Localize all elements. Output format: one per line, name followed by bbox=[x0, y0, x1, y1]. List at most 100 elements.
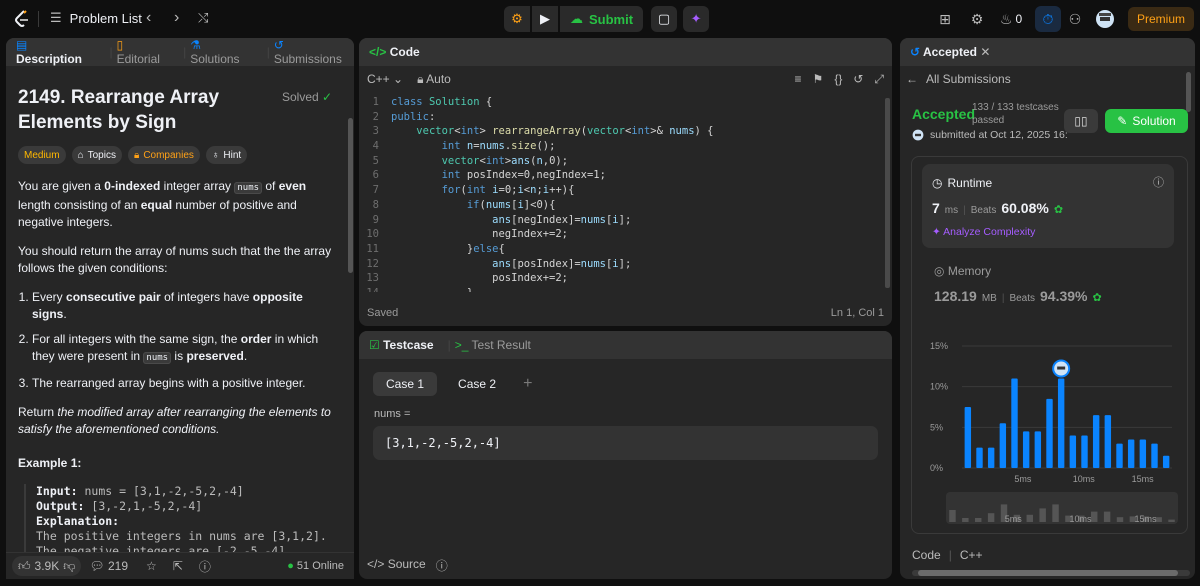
add-case-icon[interactable]: + bbox=[523, 375, 532, 393]
scrollbar[interactable] bbox=[348, 118, 353, 273]
source-button[interactable]: </> Source bbox=[367, 557, 426, 574]
format-icon[interactable]: ≡ bbox=[795, 72, 802, 87]
code-line[interactable]: 11 }else{ bbox=[359, 243, 879, 258]
line-number: 6 bbox=[372, 169, 379, 182]
timer-icon[interactable]: ⏱ bbox=[1035, 6, 1061, 32]
thumbs-down-icon[interactable]: 👎︎ bbox=[63, 559, 75, 574]
code-line[interactable]: 8 if(nums[i]<0){ bbox=[359, 199, 879, 214]
case-2-tab[interactable]: Case 2 bbox=[445, 372, 509, 396]
chart-bar[interactable] bbox=[976, 447, 983, 468]
auto-mode[interactable]: 🔒︎ Auto bbox=[417, 72, 451, 87]
tab-editorial[interactable]: ▯ Editorial bbox=[117, 38, 169, 66]
chart-bar[interactable] bbox=[1069, 435, 1077, 468]
code-line[interactable]: 4 int n=nums.size(); bbox=[359, 140, 879, 155]
premium-button[interactable]: Premium bbox=[1128, 7, 1194, 31]
chart-bar[interactable] bbox=[1057, 378, 1065, 468]
chart-bar[interactable] bbox=[1162, 455, 1170, 468]
code-line[interactable]: 5 vector<int>ans(n,0); bbox=[359, 155, 879, 170]
tab-description[interactable]: ▤ Description bbox=[16, 38, 95, 66]
horizontal-scrollbar[interactable] bbox=[912, 570, 1190, 576]
chart-bar[interactable] bbox=[1151, 443, 1158, 468]
tab-accepted[interactable]: ↺ Accepted ✕ bbox=[910, 45, 990, 59]
language-select[interactable]: C++ ⌄ bbox=[367, 72, 403, 87]
help-icon[interactable]: ⓘ bbox=[436, 557, 448, 574]
memory-title[interactable]: ◎ Memory bbox=[934, 264, 991, 278]
tab-test-result[interactable]: >_ Test Result bbox=[455, 338, 531, 352]
chart-bar[interactable] bbox=[999, 423, 1007, 468]
chart-bar[interactable] bbox=[1034, 431, 1042, 468]
close-icon[interactable]: ✕ bbox=[980, 45, 990, 59]
runtime-title: ◷ Runtime bbox=[932, 176, 993, 190]
info-icon[interactable]: ⓘ bbox=[1153, 174, 1164, 190]
chart-bar[interactable] bbox=[1092, 415, 1100, 468]
tab-testcase[interactable]: ☑ Testcase bbox=[369, 338, 434, 352]
chart-bar[interactable] bbox=[1022, 431, 1030, 468]
chart-bar[interactable] bbox=[1127, 439, 1135, 468]
comments-button[interactable]: 💬︎ 219 bbox=[89, 559, 128, 573]
chart-bar[interactable] bbox=[1104, 415, 1112, 468]
code-line[interactable]: 13 posIndex+=2; bbox=[359, 272, 879, 287]
nums-input[interactable]: [3,1,-2,-5,2,-4] bbox=[373, 426, 878, 460]
note-button[interactable]: ▢ bbox=[651, 6, 678, 32]
runtime-distribution-chart[interactable]: 15% 10% 5% 0% 5ms 10ms 15ms bbox=[920, 334, 1182, 484]
all-submissions-link[interactable]: ← All Submissions bbox=[906, 72, 1011, 86]
runtime-card[interactable]: ◷ Runtime ⓘ 7 ms | Beats 60.08% ✿ ✦ Analy… bbox=[922, 164, 1174, 248]
chart-bar[interactable] bbox=[1116, 443, 1123, 468]
code-line[interactable]: 3 vector<int> rearrangeArray(vector<int>… bbox=[359, 125, 879, 140]
chart-bar[interactable] bbox=[1139, 439, 1147, 468]
code-text: negIndex+=2; bbox=[391, 228, 569, 241]
settings-gear-icon[interactable]: ⚙ bbox=[964, 6, 990, 32]
tab-solutions[interactable]: ⚗ Solutions bbox=[190, 38, 253, 66]
problem-title[interactable]: 2149. Rearrange Array Elements by Sign bbox=[18, 85, 238, 135]
code-line[interactable]: 1 class Solution { bbox=[359, 96, 879, 111]
code-line[interactable]: 14 } bbox=[359, 287, 879, 292]
chart-bar[interactable] bbox=[1046, 398, 1053, 468]
code-line[interactable]: 9 ans[negIndex]=nums[i]; bbox=[359, 214, 879, 229]
streak-counter[interactable]: ♨ 0 bbox=[996, 6, 1026, 32]
braces-icon[interactable]: {} bbox=[834, 72, 842, 87]
debug-button[interactable]: ⚙ bbox=[504, 6, 530, 32]
line-number: 5 bbox=[372, 154, 379, 167]
prev-problem-icon[interactable]: ‹ bbox=[146, 8, 151, 28]
next-problem-icon[interactable]: › bbox=[174, 8, 179, 28]
star-icon[interactable]: ☆ bbox=[146, 559, 157, 573]
code-line[interactable]: 12 ans[posIndex]=nums[i]; bbox=[359, 258, 879, 273]
ai-assistant-button[interactable]: ✦ bbox=[683, 6, 710, 32]
code-line[interactable]: 2 public: bbox=[359, 111, 879, 126]
case-1-tab[interactable]: Case 1 bbox=[373, 372, 438, 396]
submit-button[interactable]: ☁ Submit bbox=[560, 6, 644, 32]
chart-bar[interactable] bbox=[987, 447, 995, 468]
analyze-complexity-link[interactable]: ✦ Analyze Complexity bbox=[932, 226, 1035, 238]
problem-list-button[interactable]: ☰ Problem List bbox=[50, 10, 142, 26]
code-line[interactable]: 10 negIndex+=2; bbox=[359, 228, 879, 243]
share-icon[interactable]: ⇱ bbox=[173, 559, 183, 573]
code-line[interactable]: 6 int posIndex=0,negIndex=1; bbox=[359, 169, 879, 184]
shuffle-icon[interactable]: ⤭ bbox=[198, 8, 208, 28]
avatar[interactable] bbox=[1092, 6, 1118, 32]
chart-bar[interactable] bbox=[1081, 435, 1088, 468]
editor-scrollbar[interactable] bbox=[885, 98, 890, 288]
add-friend-icon[interactable]: ⚇ bbox=[1062, 6, 1088, 32]
reset-icon[interactable]: ↺ bbox=[853, 72, 863, 87]
expand-icon[interactable]: ⤢ bbox=[874, 72, 884, 87]
runtime-range-slider[interactable]: 5ms 10ms 15ms bbox=[946, 492, 1178, 524]
code-tab[interactable]: </> Code bbox=[369, 45, 420, 59]
tag-icon: ⌂ bbox=[77, 149, 84, 161]
like-button[interactable]: 👍︎ 3.9K 👎︎ bbox=[12, 556, 82, 576]
tab-submissions[interactable]: ↺ Submissions bbox=[274, 38, 354, 66]
run-button[interactable]: ▶ bbox=[532, 6, 558, 32]
bookmark-icon[interactable]: ⚑ bbox=[813, 72, 824, 87]
topics-chip[interactable]: ⌂ Topics bbox=[71, 146, 122, 164]
layout-icon[interactable]: ⊞ bbox=[932, 6, 958, 32]
help-icon[interactable]: ⓘ bbox=[199, 558, 211, 575]
chart-bar[interactable] bbox=[1011, 378, 1018, 468]
leetcode-logo-icon[interactable] bbox=[12, 9, 32, 29]
solution-button[interactable]: ✎ Solution bbox=[1105, 109, 1188, 133]
scrollbar[interactable] bbox=[1186, 72, 1191, 112]
book-button[interactable]: ▯▯ bbox=[1064, 109, 1098, 133]
code-editor[interactable]: 1 class Solution {2 public: 3 vector<int> r… bbox=[359, 96, 879, 292]
companies-chip[interactable]: 🔒︎ Companies bbox=[127, 146, 200, 164]
hint-chip[interactable]: ♁ Hint bbox=[205, 146, 248, 164]
chart-bar[interactable] bbox=[964, 407, 972, 468]
code-line[interactable]: 7 for(int i=0;i<n;i++){ bbox=[359, 184, 879, 199]
